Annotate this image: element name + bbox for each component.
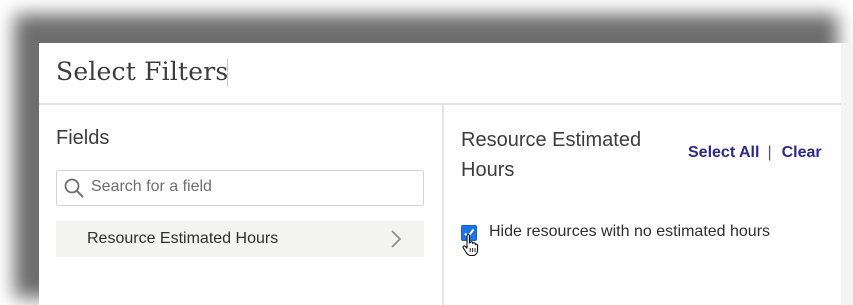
search-input[interactable] bbox=[91, 172, 417, 202]
field-item-label: Resource Estimated Hours bbox=[87, 230, 279, 247]
clear-link[interactable]: Clear bbox=[782, 144, 822, 161]
hide-empty-label: Hide resources with no estimated hours bbox=[489, 223, 771, 240]
dialog-edge bbox=[841, 43, 853, 305]
filter-panel: Resource Estimated Hours Select All | Clea… bbox=[444, 105, 841, 305]
title-divider bbox=[227, 59, 228, 87]
actions-separator: | bbox=[767, 144, 772, 161]
field-item-resource-estimated-hours[interactable]: Resource Estimated Hours bbox=[56, 221, 424, 257]
fields-heading: Fields bbox=[56, 127, 110, 149]
select-all-link[interactable]: Select All bbox=[688, 144, 759, 161]
dialog-title: Select Filters bbox=[56, 57, 229, 86]
fields-panel: Fields Resource Estimated Hours bbox=[39, 105, 444, 305]
filter-heading: Resource Estimated Hours bbox=[461, 129, 642, 181]
hand-cursor-icon bbox=[462, 234, 479, 257]
select-filters-dialog: Select Filters Fields Resource Estimated… bbox=[39, 43, 853, 305]
search-icon bbox=[64, 178, 84, 198]
hide-empty-option[interactable]: Hide resources with no estimated hours bbox=[461, 223, 821, 257]
filter-actions: Select All | Clear bbox=[688, 144, 822, 162]
search-box[interactable] bbox=[56, 170, 424, 206]
chevron-right-icon bbox=[391, 230, 402, 248]
screenshot-stage: Select Filters Fields Resource Estimated… bbox=[0, 0, 853, 305]
dialog-header: Select Filters bbox=[39, 43, 841, 105]
